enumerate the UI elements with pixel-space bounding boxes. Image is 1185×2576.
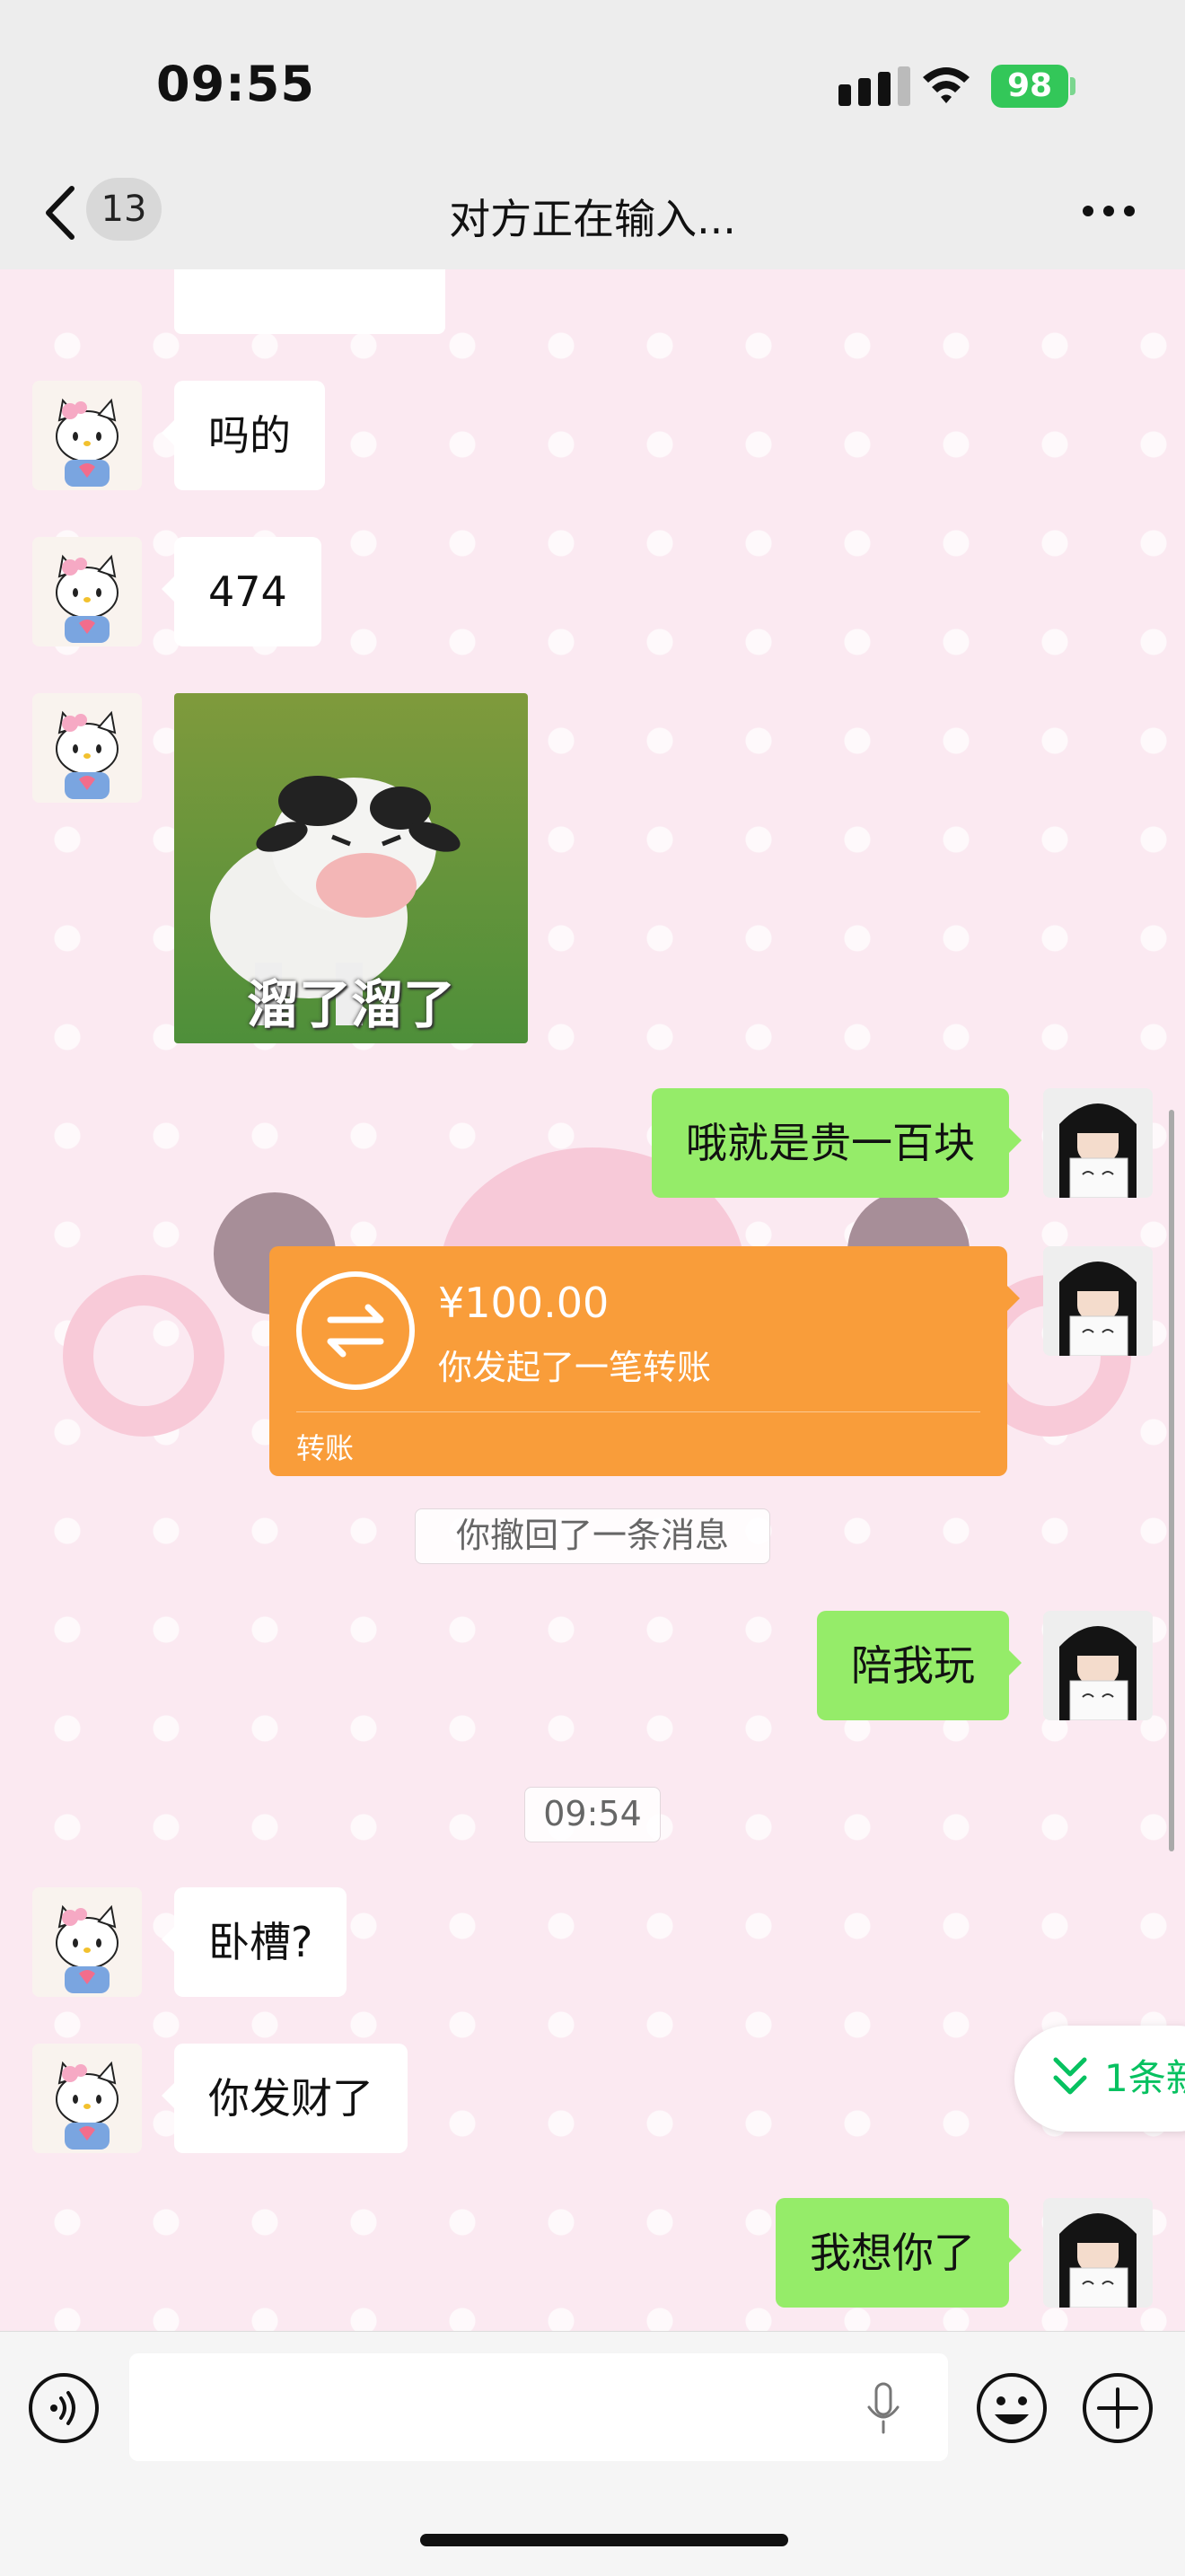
kitty-avatar-icon — [32, 1887, 142, 1997]
previous-card — [174, 269, 445, 334]
sticker-caption: 溜了溜了 — [246, 974, 455, 1035]
battery-tip — [1070, 77, 1075, 95]
double-chevron-down-icon — [1053, 2057, 1087, 2095]
message-outgoing[interactable]: 陪我玩 — [817, 1611, 1022, 1720]
status-bar: 09:55 98 — [0, 0, 1185, 162]
message-outgoing[interactable]: 我想你了 — [776, 2198, 1022, 2308]
plus-icon[interactable] — [1081, 2371, 1154, 2445]
timestamp-divider: 09:54 — [524, 1787, 661, 1842]
voice-icon[interactable] — [27, 2371, 101, 2445]
scrollbar[interactable] — [1169, 1110, 1174, 1851]
avatar-contact[interactable] — [32, 2044, 142, 2153]
kitty-avatar-icon — [32, 537, 142, 646]
kitty-avatar-icon — [32, 381, 142, 490]
girl-avatar-icon — [1043, 1611, 1153, 1720]
transfer-card[interactable]: ¥100.00 你发起了一笔转账 转账 — [269, 1246, 1020, 1476]
avatar-contact[interactable] — [32, 1887, 142, 1997]
new-messages-label: 1条新 — [1104, 2056, 1185, 2100]
status-time: 09:55 — [156, 56, 315, 112]
message-incoming[interactable]: 474 — [162, 537, 321, 646]
avatar-contact[interactable] — [32, 381, 142, 490]
message-incoming[interactable]: 卧槽? — [161, 1887, 347, 1997]
message-incoming[interactable]: 吗的 — [162, 381, 325, 490]
transfer-arrows-icon — [296, 1271, 415, 1390]
message-incoming[interactable]: 你发财了 — [162, 2044, 408, 2153]
mic-icon[interactable] — [865, 2382, 901, 2436]
girl-avatar-icon — [1043, 1246, 1153, 1356]
wallpaper-swirl-left — [63, 1275, 224, 1437]
transfer-description: 你发起了一笔转账 — [438, 1348, 712, 1387]
message-outgoing[interactable]: 哦就是贵一百块 — [652, 1088, 1022, 1198]
avatar-contact[interactable] — [32, 693, 142, 803]
recall-notice: 你撤回了一条消息 — [415, 1508, 770, 1564]
avatar-self[interactable] — [1043, 1088, 1153, 1198]
wifi-icon — [923, 67, 970, 103]
girl-avatar-icon — [1043, 1088, 1153, 1198]
girl-avatar-icon — [1043, 2198, 1153, 2308]
kitty-avatar-icon — [32, 2044, 142, 2153]
avatar-self[interactable] — [1043, 2198, 1153, 2308]
transfer-amount: ¥100.00 — [438, 1279, 610, 1327]
transfer-label: 转账 — [296, 1431, 355, 1465]
kitty-avatar-icon — [32, 693, 142, 803]
new-messages-pill[interactable]: 1条新 — [1014, 2026, 1185, 2132]
avatar-self[interactable] — [1043, 1246, 1153, 1356]
sticker-image[interactable]: 溜了溜了 — [174, 693, 528, 1043]
message-input[interactable] — [129, 2353, 948, 2461]
chat-title: 对方正在输入... — [449, 195, 736, 243]
emoji-icon[interactable] — [975, 2371, 1049, 2445]
transfer-divider — [296, 1411, 980, 1412]
home-indicator — [420, 2534, 788, 2546]
battery-indicator: 98 — [991, 65, 1068, 108]
avatar-contact[interactable] — [32, 537, 142, 646]
avatar-self[interactable] — [1043, 1611, 1153, 1720]
